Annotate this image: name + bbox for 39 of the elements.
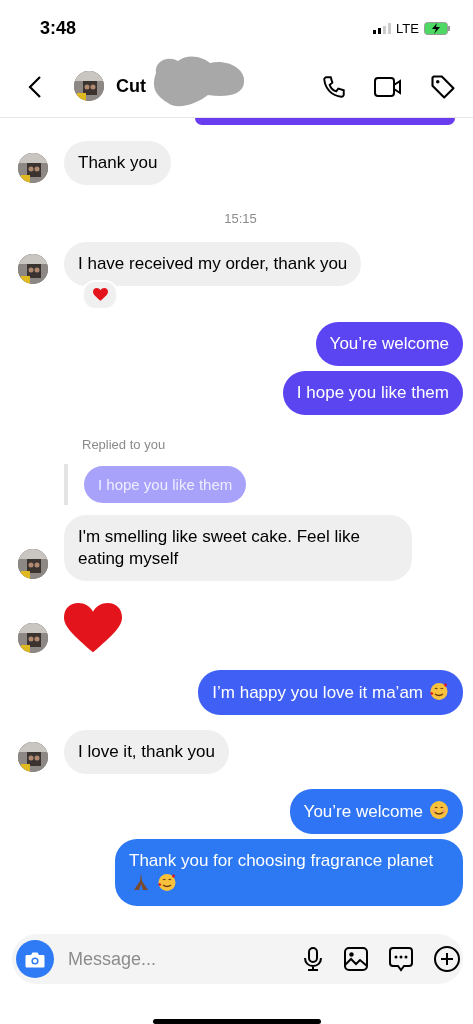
avatar bbox=[18, 742, 48, 773]
message-bubble: I love it, thank you bbox=[64, 730, 230, 775]
battery-charging-icon bbox=[424, 21, 451, 35]
smiling-face-with-hearts-icon bbox=[157, 872, 177, 893]
network-label: LTE bbox=[396, 20, 419, 36]
avatar bbox=[74, 70, 104, 101]
add-button[interactable] bbox=[433, 945, 461, 973]
message-bubble: Thank you for choosing fragrance planet bbox=[115, 839, 463, 907]
smiling-face-with-hearts-icon bbox=[429, 681, 449, 702]
avatar bbox=[18, 623, 48, 654]
message-bubble: You’re welcome bbox=[315, 322, 463, 366]
sticker-chat-button[interactable] bbox=[388, 946, 414, 972]
camera-icon bbox=[25, 950, 45, 968]
timestamp: 15:15 bbox=[224, 211, 257, 226]
message-bubble: I'm smelling like sweet cake. Feel like eating myself bbox=[64, 515, 412, 581]
message-bubble: I hope you like them bbox=[282, 371, 463, 415]
video-call-button[interactable] bbox=[373, 74, 403, 99]
status-time: 3:48 bbox=[40, 17, 77, 39]
contact-name[interactable]: Cut bbox=[116, 76, 146, 97]
camera-button[interactable] bbox=[16, 940, 54, 978]
phone-call-button[interactable] bbox=[321, 73, 347, 100]
tag-button[interactable] bbox=[429, 72, 457, 101]
message-bubble: I have received my order, thank you bbox=[64, 242, 362, 286]
message-bubble: Thank you bbox=[64, 141, 172, 185]
gallery-button[interactable] bbox=[343, 946, 369, 972]
heart-icon bbox=[92, 288, 108, 302]
avatar bbox=[18, 254, 48, 284]
avatar bbox=[18, 153, 48, 183]
message-composer[interactable]: Message... bbox=[12, 934, 463, 984]
message-bubble: I’m happy you love it ma’am bbox=[198, 670, 463, 716]
signal-icon bbox=[373, 22, 392, 34]
smiling-face-icon bbox=[429, 800, 449, 821]
reply-note: Replied to you bbox=[82, 437, 167, 452]
quoted-message: I hope you like them bbox=[84, 466, 247, 503]
message-input[interactable]: Message... bbox=[66, 947, 302, 971]
microphone-button[interactable] bbox=[302, 946, 324, 972]
avatar bbox=[18, 549, 48, 579]
message-bubble: You’re welcome bbox=[289, 789, 463, 835]
back-button[interactable] bbox=[28, 74, 42, 99]
